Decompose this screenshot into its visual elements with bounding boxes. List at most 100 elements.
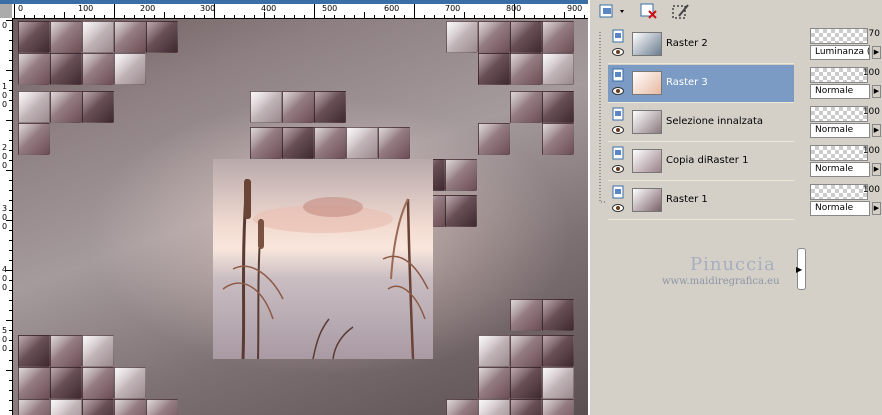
layer-row[interactable]: Copia diRaster 1: [608, 143, 794, 181]
mosaic-tile: [446, 399, 478, 415]
ruler-tick-mark: [24, 15, 25, 18]
ruler-tick-mark: [9, 250, 12, 251]
opacity-slider[interactable]: [810, 28, 868, 44]
mosaic-tile: [445, 159, 477, 191]
layer-row[interactable]: Raster 1: [608, 182, 794, 220]
ruler-tick-mark: [564, 12, 565, 18]
ruler-tick-mark: [484, 15, 485, 18]
group-link-lines: [599, 32, 606, 203]
visibility-eye-icon[interactable]: [612, 204, 624, 212]
expand-arrow-icon[interactable]: ▶: [796, 265, 802, 274]
mosaic-tile: [542, 367, 574, 399]
visibility-eye-icon[interactable]: [612, 87, 624, 95]
new-layer-button[interactable]: [598, 1, 628, 21]
ruler-tick-mark: [124, 15, 125, 18]
ruler-tick-mark: [344, 15, 345, 18]
image-canvas-area[interactable]: 0 100 200 300 400 500 600 700 800 900 01…: [0, 0, 588, 415]
mosaic-tile: [18, 367, 50, 399]
blend-mode-select[interactable]: Normale: [810, 84, 870, 99]
opacity-slider[interactable]: [810, 67, 868, 83]
ruler-tick-mark: [9, 30, 12, 31]
ruler-tick-mark: [324, 15, 325, 18]
visibility-eye-icon[interactable]: [612, 126, 624, 134]
mosaic-tile: [314, 91, 346, 123]
ruler-tick-mark: [244, 15, 245, 18]
mosaic-tile: [18, 399, 50, 415]
mosaic-tile: [542, 53, 574, 85]
layer-name: Raster 1: [666, 194, 708, 205]
mosaic-tile: [510, 53, 542, 85]
blend-dropdown-arrow-icon[interactable]: ▶: [872, 202, 881, 215]
opacity-value: 100: [862, 68, 880, 78]
visibility-eye-icon[interactable]: [612, 165, 624, 173]
opacity-value: 100: [862, 146, 880, 156]
blend-mode-select[interactable]: Normale: [810, 201, 870, 216]
edit-selection-button[interactable]: [670, 1, 692, 21]
ruler-tick-mark: [474, 15, 475, 18]
blend-dropdown-arrow-icon[interactable]: ▶: [872, 85, 881, 98]
ruler-tick-label: 0: [2, 100, 8, 109]
layer-row[interactable]: Raster 2: [608, 26, 794, 64]
blend-dropdown-arrow-icon[interactable]: ▶: [872, 163, 881, 176]
ruler-tick-mark: [9, 390, 12, 391]
ruler-tick-mark: [9, 180, 12, 181]
layer-row[interactable]: Raster 3: [608, 65, 794, 103]
ruler-tick-mark: [544, 15, 545, 18]
document-image[interactable]: [13, 19, 588, 415]
ruler-tick-mark: [9, 130, 12, 131]
ruler-tick-mark: [9, 410, 12, 411]
mosaic-tile: [282, 127, 314, 159]
ruler-tick-label: 0: [2, 152, 8, 161]
blend-dropdown-arrow-icon[interactable]: ▶: [872, 46, 881, 59]
ruler-tick-label: 600: [384, 4, 400, 13]
ruler-tick-mark: [304, 15, 305, 18]
ruler-tick-label: 0: [2, 344, 8, 353]
blend-mode-select[interactable]: Normale: [810, 123, 870, 138]
ruler-tick-label: 0: [2, 161, 8, 170]
ruler-tick-mark: [464, 12, 465, 18]
ruler-tick-mark: [6, 20, 12, 21]
blend-mode-select[interactable]: Normale: [810, 162, 870, 177]
ruler-tick-mark: [284, 15, 285, 18]
layer-thumbnail: [632, 110, 662, 134]
layer-thumbnail: [632, 149, 662, 173]
mosaic-tile: [510, 367, 542, 399]
opacity-value: 100: [862, 107, 880, 117]
delete-layer-icon: [640, 3, 657, 19]
ruler-tick-mark: [9, 230, 12, 231]
layer-thumbnail: [632, 71, 662, 95]
lake-scene: [213, 159, 433, 360]
layers-list: Raster 2 Raster 3 Selezione innalzata Copia…: [590, 24, 794, 415]
blend-mode-select[interactable]: Luminanza (L): [810, 45, 870, 60]
vertical-ruler: 0100200300400500: [0, 18, 13, 415]
ruler-tick-mark: [164, 12, 165, 18]
delete-layer-button[interactable]: [638, 1, 660, 21]
mosaic-tile: [542, 91, 574, 123]
opacity-slider[interactable]: [810, 106, 868, 122]
mosaic-tile: [114, 367, 146, 399]
watermark-url: www.maidiregrafica.eu: [662, 276, 780, 287]
ruler-tick-mark: [9, 100, 12, 101]
layer-thumbnail: [632, 188, 662, 212]
mosaic-tile: [250, 91, 282, 123]
ruler-tick-mark: [514, 4, 515, 18]
opacity-value: 100: [862, 185, 880, 195]
ruler-tick-mark: [504, 15, 505, 18]
ruler-tick-label: 0: [2, 91, 8, 100]
opacity-slider[interactable]: [810, 145, 868, 161]
ruler-tick-mark: [9, 110, 12, 111]
ruler-tick-mark: [6, 370, 12, 371]
ruler-tick-label: 1: [2, 82, 8, 91]
opacity-slider[interactable]: [810, 184, 868, 200]
ruler-tick-mark: [494, 15, 495, 18]
mosaic-tile: [510, 91, 542, 123]
layer-properties: 70 Luminanza (L)▶: [808, 26, 882, 64]
blend-dropdown-arrow-icon[interactable]: ▶: [872, 124, 881, 137]
layer-row[interactable]: Selezione innalzata: [608, 104, 794, 142]
ruler-tick-mark: [534, 15, 535, 18]
mosaic-tile: [50, 91, 82, 123]
ruler-tick-label: 100: [78, 4, 94, 13]
watermark-name: Pinuccia: [690, 254, 776, 275]
visibility-eye-icon[interactable]: [612, 48, 624, 56]
layers-splitter[interactable]: ▶: [794, 24, 808, 415]
